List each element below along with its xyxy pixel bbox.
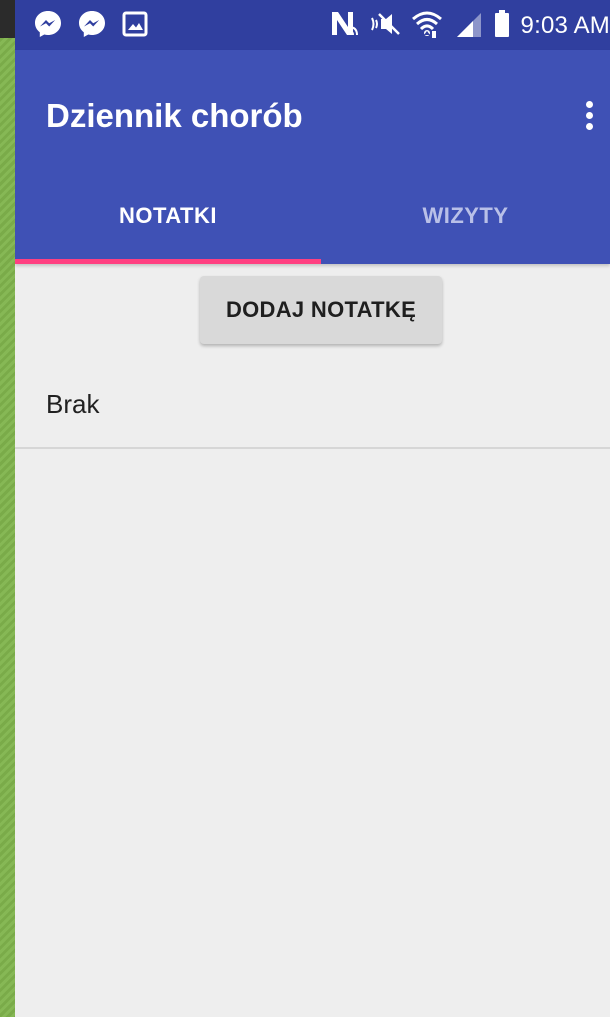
side-strip-corner xyxy=(0,0,15,38)
list-divider xyxy=(15,447,610,449)
system-icons: 9:03 AM xyxy=(329,9,610,44)
messenger-icon xyxy=(33,9,63,44)
tab-bar: NOTATKI WIZYTY xyxy=(15,172,610,264)
wifi-icon xyxy=(411,9,443,44)
app-title: Dziennik chorób xyxy=(46,97,303,134)
notification-icons xyxy=(33,10,149,42)
tab-wizyty[interactable]: WIZYTY xyxy=(321,172,610,264)
tab-notatki[interactable]: NOTATKI xyxy=(15,172,321,264)
mute-icon xyxy=(369,10,401,43)
signal-icon xyxy=(453,9,483,44)
status-bar: 9:03 AM xyxy=(15,0,610,50)
gallery-icon xyxy=(121,10,149,43)
device-frame: 9:03 AM Dziennik chorób NOTATKI WIZYTY D… xyxy=(0,0,610,1017)
nfc-icon xyxy=(329,9,359,44)
side-wallpaper-strip xyxy=(0,0,15,1017)
list-item-text: Brak xyxy=(46,389,100,419)
status-time: 9:03 AM xyxy=(520,12,610,39)
battery-icon xyxy=(493,9,511,44)
app-bar: Dziennik chorób NOTATKI WIZYTY xyxy=(15,50,610,264)
more-vertical-icon[interactable] xyxy=(574,90,604,140)
list-item[interactable]: Brak xyxy=(15,362,610,447)
add-note-button[interactable]: DODAJ NOTATKĘ xyxy=(200,276,442,344)
messenger-icon xyxy=(77,9,107,44)
app-screen: 9:03 AM Dziennik chorób NOTATKI WIZYTY D… xyxy=(15,0,610,1017)
tab-selected-indicator xyxy=(15,259,321,264)
